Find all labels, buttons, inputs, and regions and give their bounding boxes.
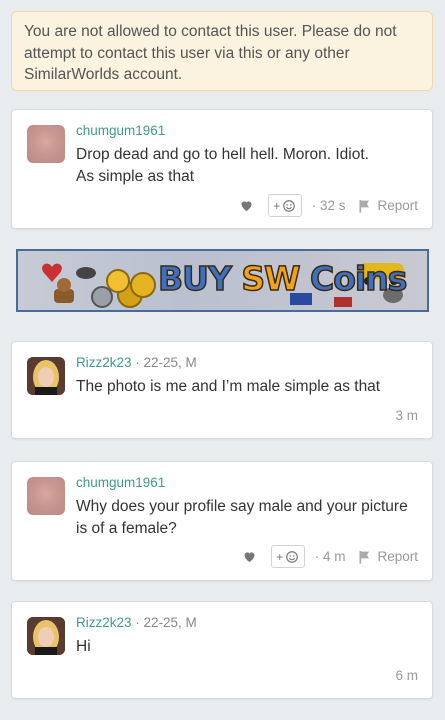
- comment-meta: chumgum1961: [76, 123, 165, 138]
- age-gender: · 22-25, M: [131, 355, 197, 370]
- report-button[interactable]: Report: [357, 198, 418, 214]
- flag-icon: [359, 550, 370, 564]
- smiley-icon: [283, 199, 296, 212]
- comment-actions: + · 4 m Report: [242, 545, 418, 568]
- username-link[interactable]: Rizz2k23: [76, 615, 132, 630]
- buy-coins-banner[interactable]: BUY SW Coins: [16, 249, 429, 312]
- comment-meta: Rizz2k23 · 22-25, M: [76, 355, 197, 370]
- age-gender: · 22-25, M: [131, 615, 197, 630]
- report-button[interactable]: Report: [357, 549, 418, 565]
- comment-text: Why does your profile say male and your …: [76, 498, 408, 537]
- comment-meta: chumgum1961: [76, 475, 165, 490]
- blocked-notice-text: You are not allowed to contact this user…: [24, 23, 397, 83]
- report-label: Report: [377, 549, 418, 564]
- heart-icon: [42, 263, 62, 282]
- heart-icon[interactable]: [242, 549, 257, 564]
- comment-actions: + · 32 s Report: [239, 194, 418, 217]
- smiley-icon: [286, 550, 299, 563]
- comment-meta: Rizz2k23 · 22-25, M: [76, 615, 197, 630]
- comment-card: chumgum1961 Why does your profile say ma…: [11, 461, 433, 581]
- avatar[interactable]: [27, 477, 65, 515]
- username-link[interactable]: Rizz2k23: [76, 355, 132, 370]
- report-label: Report: [377, 198, 418, 213]
- comment-card: chumgum1961 Drop dead and go to hell hel…: [11, 109, 433, 229]
- avatar[interactable]: [27, 125, 65, 163]
- avatar[interactable]: [27, 357, 65, 395]
- blocked-notice: You are not allowed to contact this user…: [11, 11, 433, 91]
- heart-icon[interactable]: [239, 198, 254, 213]
- avatar[interactable]: [27, 617, 65, 655]
- comment-time: · 32 s: [311, 198, 346, 213]
- add-reaction-button[interactable]: +: [267, 194, 302, 217]
- comment-text: Hi: [76, 638, 91, 655]
- username-link[interactable]: chumgum1961: [76, 123, 165, 138]
- comment-card: Rizz2k23 · 22-25, M Hi 6 m: [11, 601, 433, 699]
- comment-text: Drop dead and go to hell hell. Moron. Id…: [76, 146, 369, 185]
- comment-card: Rizz2k23 · 22-25, M The photo is me and …: [11, 341, 433, 439]
- username-link[interactable]: chumgum1961: [76, 475, 165, 490]
- comment-time: 3 m: [395, 408, 418, 423]
- comment-text: The photo is me and I’m male simple as t…: [76, 378, 381, 395]
- buy-coins-label: BUY SW Coins: [157, 258, 408, 299]
- flag-icon: [359, 199, 370, 213]
- add-reaction-button[interactable]: +: [270, 545, 305, 568]
- comment-time: 6 m: [395, 668, 418, 683]
- comment-time: · 4 m: [314, 549, 346, 564]
